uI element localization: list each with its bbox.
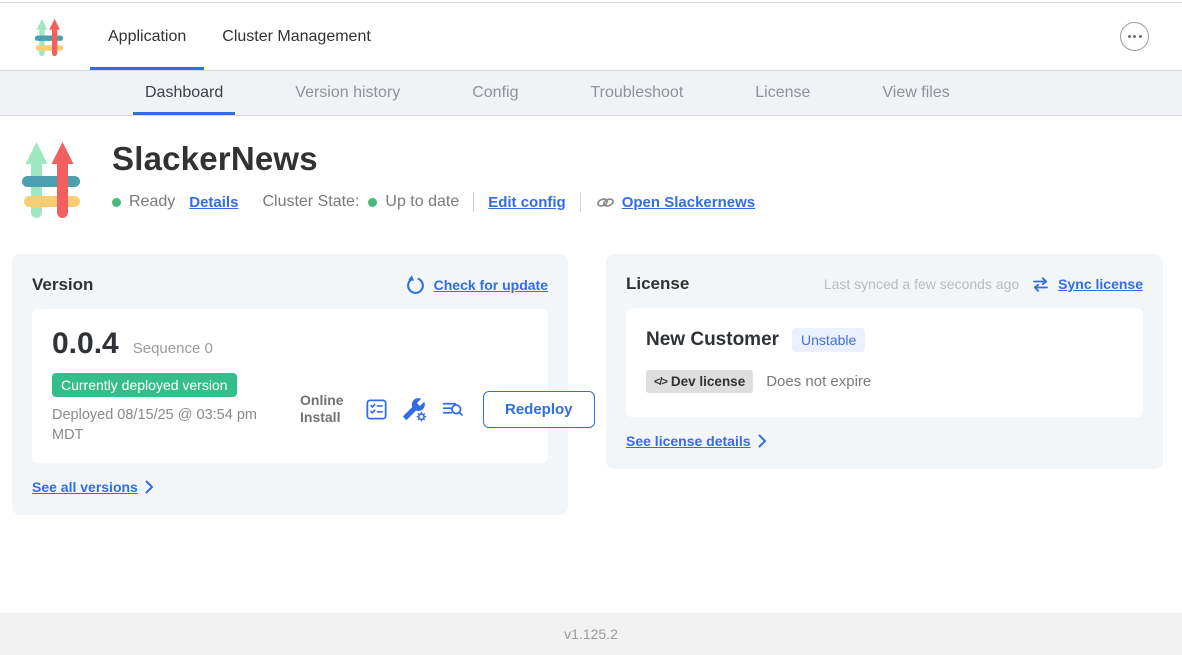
license-card: License Last synced a few seconds ago Sy… [606, 254, 1163, 469]
console-footer: v1.125.2 [0, 613, 1182, 655]
license-type-badge: </> Dev license [646, 370, 753, 393]
page-title: SlackerNews [112, 140, 755, 178]
edit-config-link[interactable]: Edit config [488, 194, 566, 211]
version-action-icons [364, 397, 465, 422]
dashboard-cards: Version Check for update 0.0.4 Sequence … [0, 224, 1182, 515]
version-card: Version Check for update 0.0.4 Sequence … [12, 254, 568, 515]
ready-status-label: Ready [129, 193, 175, 211]
cluster-state-value: Up to date [385, 193, 459, 211]
cluster-state-label: Cluster State: [262, 193, 359, 211]
customer-name: New Customer [646, 329, 779, 351]
tab-license[interactable]: License [743, 71, 822, 115]
chain-link-icon [595, 195, 616, 210]
slackernews-app-icon [22, 134, 80, 224]
preflight-checks-icon[interactable] [364, 397, 389, 422]
ready-status-dot [112, 198, 121, 207]
app-header-bar: Application Cluster Management [0, 3, 1182, 70]
chevron-right-icon [758, 434, 767, 448]
divider [580, 192, 581, 212]
details-link[interactable]: Details [189, 194, 238, 211]
divider [473, 192, 474, 212]
chevron-right-icon [145, 480, 154, 494]
channel-badge: Unstable [792, 328, 865, 352]
see-license-details-link[interactable]: See license details [626, 433, 751, 449]
sequence-label: Sequence 0 [133, 340, 213, 357]
refresh-icon [405, 274, 426, 295]
view-logs-icon[interactable] [440, 397, 465, 422]
last-synced-label: Last synced a few seconds ago [824, 276, 1019, 292]
tab-dashboard[interactable]: Dashboard [133, 71, 235, 115]
header-tabs: Application Cluster Management [90, 3, 389, 70]
tab-troubleshoot[interactable]: Troubleshoot [578, 71, 695, 115]
sync-icon [1031, 276, 1050, 293]
console-version-label: v1.125.2 [564, 626, 618, 642]
current-version-panel: 0.0.4 Sequence 0 Currently deployed vers… [32, 309, 548, 463]
open-slackernews-link[interactable]: Open Slackernews [595, 194, 755, 211]
see-all-versions-link[interactable]: See all versions [32, 479, 138, 495]
app-subnav: Dashboard Version history Config Trouble… [0, 70, 1182, 116]
main-content: SlackerNews Ready Details Cluster State:… [0, 116, 1182, 613]
check-for-update-link[interactable]: Check for update [434, 277, 548, 293]
redeploy-button[interactable]: Redeploy [483, 391, 595, 428]
ellipsis-menu-button[interactable] [1120, 22, 1149, 51]
ellipsis-icon [1128, 35, 1131, 38]
license-card-title: License [626, 274, 689, 294]
install-type-label: Online Install [300, 392, 350, 427]
slackernews-logo-icon [30, 15, 68, 59]
header-spacer [389, 3, 1120, 70]
app-status-row: Ready Details Cluster State: Up to date … [112, 192, 755, 212]
sync-license-link[interactable]: Sync license [1058, 276, 1143, 292]
app-title-section: SlackerNews Ready Details Cluster State:… [0, 116, 1182, 224]
version-number: 0.0.4 [52, 327, 119, 361]
tab-version-history[interactable]: Version history [283, 71, 412, 115]
tab-config[interactable]: Config [460, 71, 530, 115]
code-icon: </> [654, 376, 667, 388]
deployed-timestamp: Deployed 08/15/25 @ 03:54 pm MDT [52, 406, 277, 445]
expiration-label: Does not expire [766, 373, 871, 390]
cluster-status-dot [368, 198, 377, 207]
deployed-version-badge: Currently deployed version [52, 373, 237, 397]
config-tools-icon[interactable] [402, 397, 427, 422]
tab-cluster-management[interactable]: Cluster Management [204, 3, 389, 70]
tab-view-files[interactable]: View files [870, 71, 961, 115]
tab-application[interactable]: Application [90, 3, 204, 70]
license-detail-panel: New Customer Unstable </> Dev license Do… [626, 308, 1143, 417]
version-card-title: Version [32, 275, 93, 295]
